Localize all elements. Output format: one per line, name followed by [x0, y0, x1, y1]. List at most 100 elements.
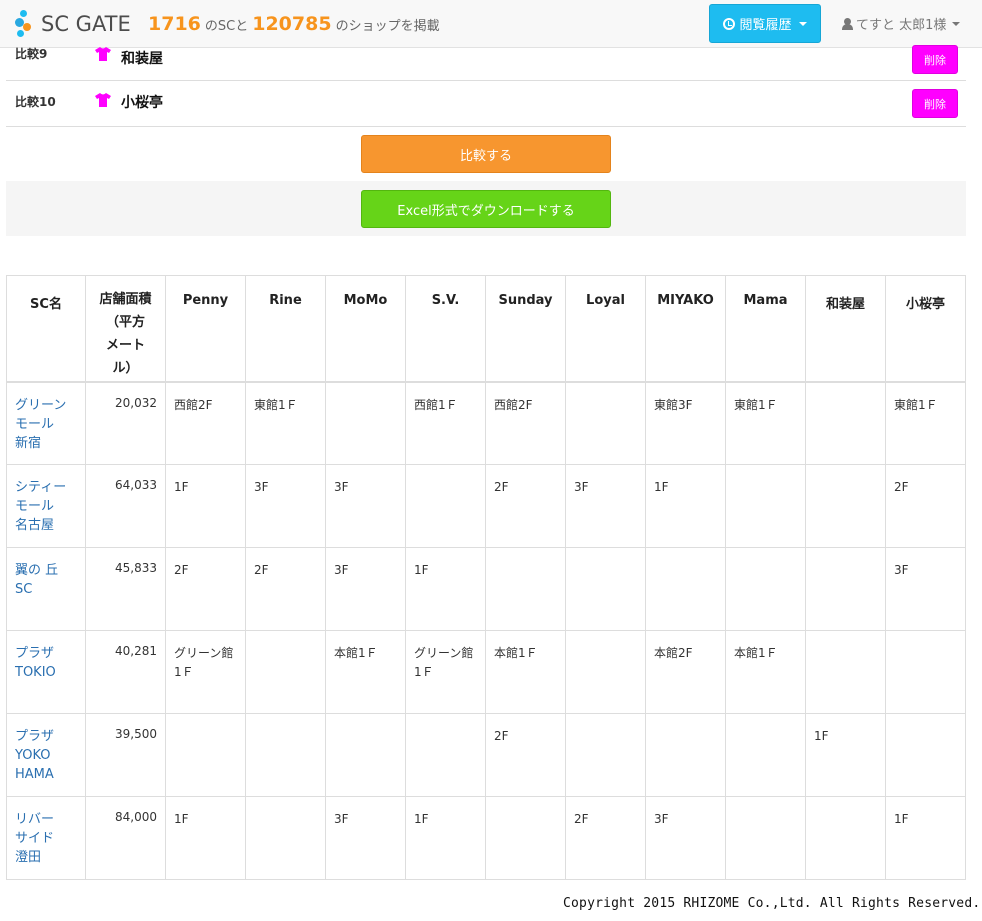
sc-name-link[interactable]: 翼の 丘 SC	[15, 561, 77, 599]
shop-floor-value: 3F	[894, 563, 909, 577]
delete-button[interactable]: 削除	[912, 89, 958, 118]
shop-floor-cell	[325, 713, 406, 797]
shop-floor-cell	[485, 796, 566, 880]
shop-floor-value: 3F	[654, 812, 669, 826]
comparison-table: SC名 店舗面積 （平方 メート ル） Penny Rine MoMo S.V.…	[6, 275, 966, 880]
shop-floor-value: グリーン館 1Ｆ	[414, 646, 474, 679]
tshirt-icon	[95, 47, 111, 61]
shop-floor-value: 東館1Ｆ	[734, 397, 778, 412]
shop-floor-value: 2F	[574, 812, 589, 826]
sc-name-link[interactable]: リバー サイド 澄田	[15, 810, 77, 867]
shop-floor-cell	[325, 381, 406, 465]
shop-floor-cell: 西館2F	[165, 381, 246, 465]
shop-floor-cell	[725, 464, 806, 548]
store-area-cell: 40,281	[85, 630, 166, 714]
sc-name-link[interactable]: プラザ TOKIO	[15, 644, 77, 682]
shop-floor-cell: 西館1Ｆ	[405, 381, 486, 465]
header-shop[interactable]: MoMo	[325, 275, 406, 383]
shop-floor-value: 2F	[494, 480, 509, 494]
compare-shop-name: 和装屋	[121, 51, 163, 67]
shop-floor-cell	[565, 630, 646, 714]
shop-floor-value: 東館1Ｆ	[894, 397, 938, 412]
shop-floor-cell: 1F	[405, 547, 486, 631]
shop-floor-cell: 1F	[805, 713, 886, 797]
table-row: リバー サイド 澄田 84,000 1F 3F 1F 2F 3F 1F	[6, 796, 966, 880]
header-shop[interactable]: Sunday	[485, 275, 566, 383]
top-navbar: SC GATE 1716 のSCと 120785 のショップを掲載 閲覧履歴 て…	[0, 0, 982, 48]
shop-floor-cell	[405, 713, 486, 797]
shop-floor-value: 1F	[174, 480, 189, 494]
shop-floor-cell: 3F	[325, 796, 406, 880]
header-shop[interactable]: Penny	[165, 275, 246, 383]
header-area: 店舗面積 （平方 メート ル）	[85, 275, 166, 383]
shop-floor-cell: 3F	[245, 464, 326, 548]
shop-floor-cell: 本館2F	[645, 630, 726, 714]
compare-button[interactable]: 比較する	[361, 135, 611, 173]
table-header-row: SC名 店舗面積 （平方 メート ル） Penny Rine MoMo S.V.…	[6, 275, 966, 383]
history-dropdown-button[interactable]: 閲覧履歴	[709, 4, 821, 43]
sc-name-cell: グリーン モール 新宿	[6, 381, 86, 465]
store-area-cell: 64,033	[85, 464, 166, 548]
shop-floor-cell: 1F	[645, 464, 726, 548]
shop-floor-cell	[805, 796, 886, 880]
shop-floor-value: 1F	[814, 729, 829, 743]
sc-name-cell: シティー モール 名古屋	[6, 464, 86, 548]
shop-floor-value: 西館2F	[494, 397, 533, 412]
compare-shop-name: 小桜亭	[121, 95, 163, 111]
sc-name-link[interactable]: プラザ YOKO HAMA	[15, 727, 77, 784]
header-shop[interactable]: Rine	[245, 275, 326, 383]
compare-row-label: 比較9	[15, 47, 48, 61]
shop-floor-cell	[165, 713, 246, 797]
sc-count-label: のSCと	[204, 19, 249, 34]
header-shop[interactable]: 和装屋	[805, 275, 886, 383]
shop-floor-cell	[805, 381, 886, 465]
delete-button[interactable]: 削除	[912, 45, 958, 74]
shop-floor-cell: 1F	[885, 796, 966, 880]
shop-floor-value: 1F	[414, 563, 429, 577]
shop-floor-cell: グリーン館 1Ｆ	[165, 630, 246, 714]
shop-floor-cell: 本館1Ｆ	[725, 630, 806, 714]
shop-floor-value: 東館1Ｆ	[254, 397, 298, 412]
shop-floor-value: 本館2F	[654, 646, 693, 660]
shop-floor-value: グリーン館 1Ｆ	[174, 646, 234, 679]
shop-floor-cell: 2F	[165, 547, 246, 631]
sc-name-link[interactable]: シティー モール 名古屋	[15, 478, 77, 535]
shop-floor-cell	[485, 547, 566, 631]
history-label: 閲覧履歴	[739, 18, 792, 33]
user-name: てすと 太郎1様	[856, 18, 947, 33]
shop-floor-cell: 1F	[405, 796, 486, 880]
shop-floor-cell	[565, 381, 646, 465]
shop-floor-cell: 3F	[325, 547, 406, 631]
shop-floor-cell: 2F	[245, 547, 326, 631]
shop-floor-cell	[645, 713, 726, 797]
shop-floor-cell: 2F	[485, 464, 566, 548]
shop-floor-cell	[725, 547, 806, 631]
header-shop[interactable]: MIYAKO	[645, 275, 726, 383]
shop-floor-value: 東館3F	[654, 397, 693, 412]
copyright-footer: Copyright 2015 RHIZOME Co.,Ltd. All Righ…	[563, 896, 981, 911]
header-shop[interactable]: S.V.	[405, 275, 486, 383]
excel-download-button[interactable]: Excel形式でダウンロードする	[361, 190, 611, 228]
header-shop[interactable]: 小桜亭	[885, 275, 966, 383]
shop-floor-value: 西館1Ｆ	[414, 397, 458, 412]
site-stats: 1716 のSCと 120785 のショップを掲載	[148, 13, 440, 35]
shop-floor-cell: 東館1Ｆ	[885, 381, 966, 465]
shop-floor-cell: 3F	[645, 796, 726, 880]
sc-name-cell: 翼の 丘 SC	[6, 547, 86, 631]
caret-down-icon	[798, 21, 807, 26]
header-shop[interactable]: Mama	[725, 275, 806, 383]
sc-name-link[interactable]: グリーン モール 新宿	[15, 396, 77, 453]
user-dropdown[interactable]: てすと 太郎1様	[842, 14, 961, 33]
sc-gate-logo[interactable]: SC GATE	[14, 9, 131, 39]
header-shop[interactable]: Loyal	[565, 275, 646, 383]
sc-name-cell: プラザ TOKIO	[6, 630, 86, 714]
sc-name-cell: プラザ YOKO HAMA	[6, 713, 86, 797]
shop-floor-cell: 2F	[485, 713, 566, 797]
shop-floor-value: 3F	[334, 812, 349, 826]
shop-floor-cell: 1F	[165, 796, 246, 880]
shop-floor-value: 2F	[174, 563, 189, 577]
tshirt-icon	[95, 93, 111, 107]
shop-count: 120785	[252, 13, 332, 35]
shop-floor-value: 1F	[414, 812, 429, 826]
shop-floor-cell: グリーン館 1Ｆ	[405, 630, 486, 714]
